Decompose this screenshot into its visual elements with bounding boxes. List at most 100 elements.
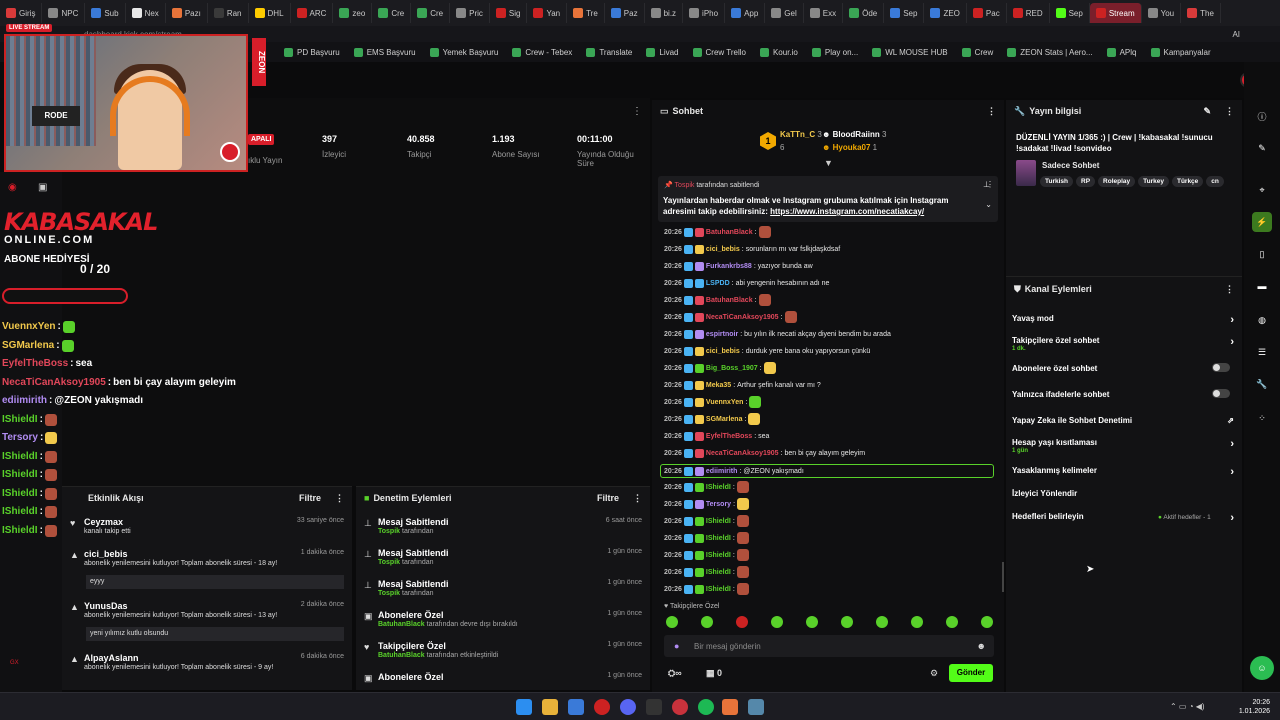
stats-menu-icon[interactable]: ⋮: [632, 106, 642, 117]
list-icon[interactable]: ☰: [1252, 342, 1272, 362]
top-gifter-1[interactable]: KaTTn_C 3: [780, 130, 822, 139]
emote-icon[interactable]: [876, 616, 888, 628]
browser-tab[interactable]: Sep: [1050, 3, 1090, 23]
browser-tab[interactable]: Pric: [450, 3, 490, 23]
channel-action-row[interactable]: Hesap yaşı kısıtlaması 1 gün ›: [1012, 438, 1234, 454]
mod-action-user[interactable]: BatuhanBlack: [378, 652, 425, 659]
chat-username[interactable]: Furkankrbs88: [706, 263, 752, 270]
activity-user[interactable]: Ceyzmax: [84, 517, 123, 527]
activity-user[interactable]: AlpayAslann: [84, 653, 139, 663]
chat-username[interactable]: cici_bebis: [706, 348, 740, 355]
chat-username[interactable]: BatuhanBlack: [706, 297, 753, 304]
activity-filter-button[interactable]: Filtre: [299, 493, 321, 503]
browser-tab[interactable]: The: [1181, 3, 1221, 23]
chat-input-placeholder[interactable]: Bir mesaj gönderin: [694, 642, 761, 651]
record-icon[interactable]: ◉: [8, 182, 17, 193]
channel-actions-menu-icon[interactable]: ⋮: [1225, 284, 1234, 295]
mod-action-user[interactable]: BatuhanBlack: [378, 621, 425, 628]
chat-settings-icon[interactable]: ⚙: [930, 668, 938, 679]
chevron-right-icon[interactable]: ›: [1230, 466, 1234, 478]
chat-username[interactable]: Tersory: [706, 501, 731, 508]
chat-username[interactable]: Big_Boss_1907: [706, 365, 758, 372]
bookmark-item[interactable]: Play on...: [811, 47, 858, 57]
chat-username[interactable]: SGMarlena: [706, 416, 743, 423]
browser-tab[interactable]: Pac: [967, 3, 1007, 23]
emote-icon[interactable]: [736, 616, 748, 628]
stream-tag[interactable]: Roleplay: [1098, 176, 1136, 187]
dashboard-icon[interactable]: ▣: [38, 182, 47, 193]
chat-collapse-icon[interactable]: ▼: [824, 158, 833, 168]
browser-tab[interactable]: App: [725, 3, 766, 23]
bookmark-item[interactable]: PD Başvuru: [284, 47, 340, 57]
bookmark-item[interactable]: WL MOUSE HUB: [872, 47, 948, 57]
stream-tag[interactable]: RP: [1076, 176, 1096, 187]
pinned-expand-icon[interactable]: ⌄: [985, 200, 992, 209]
bolt-icon[interactable]: ⚡: [1252, 212, 1272, 232]
activity-user[interactable]: YunusDas: [84, 601, 128, 611]
emote-icon[interactable]: [841, 616, 853, 628]
browser-tab[interactable]: iPho: [683, 3, 726, 23]
browser-tab[interactable]: Ran: [208, 3, 249, 23]
toggle-switch[interactable]: [1212, 389, 1230, 398]
windows-start-icon[interactable]: [516, 699, 532, 715]
top-gifter-2[interactable]: ☻ BloodRaiinn 3: [822, 130, 886, 139]
chat-username[interactable]: IShieldI: [706, 484, 731, 491]
app-icon-2[interactable]: [672, 699, 688, 715]
opera-gx-icon[interactable]: [594, 699, 610, 715]
card-icon[interactable]: ▯: [1252, 244, 1272, 264]
browser-tab[interactable]: Gel: [765, 3, 804, 23]
app-icon-1[interactable]: [568, 699, 584, 715]
chat-username[interactable]: IShieldI: [706, 552, 731, 559]
chat-username[interactable]: NecaTiCanAksoy1905: [706, 314, 779, 321]
channel-action-row[interactable]: Yalnızca ifadelerle sohbet: [1012, 389, 1234, 399]
support-icon[interactable]: ☺: [1250, 656, 1274, 680]
chat-username[interactable]: LSPDD: [706, 280, 730, 287]
bookmark-item[interactable]: Kour.io: [759, 47, 798, 57]
bookmark-item[interactable]: Kampanyalar: [1150, 47, 1211, 57]
bookmark-item[interactable]: Crew - Tebex: [512, 47, 572, 57]
activity-user[interactable]: cici_bebis: [84, 549, 128, 559]
chat-username[interactable]: VuennxYen: [706, 399, 743, 406]
mod-menu-icon[interactable]: ⋮: [633, 493, 642, 504]
bookmark-item[interactable]: Crew Trello: [692, 47, 746, 57]
chat-username[interactable]: ediimirith: [706, 468, 738, 475]
ai-button[interactable]: AI: [1232, 30, 1240, 39]
category-thumbnail[interactable]: [1016, 160, 1036, 186]
stream-tag[interactable]: Turkey: [1138, 176, 1169, 187]
browser-tab[interactable]: Stream: [1089, 3, 1142, 23]
bookmark-item[interactable]: Crew: [961, 47, 993, 57]
discord-icon[interactable]: [620, 699, 636, 715]
chat-bubble-icon[interactable]: ▬: [1252, 276, 1272, 296]
mod-action-user[interactable]: Tospik: [378, 559, 400, 566]
browser-tab[interactable]: Pazı: [166, 3, 208, 23]
chevron-right-icon[interactable]: ›: [1230, 336, 1234, 348]
terminal-icon[interactable]: [646, 699, 662, 715]
channel-action-row[interactable]: Takipçilere özel sohbet 1 dk. ›: [1012, 336, 1234, 352]
browser-tab[interactable]: Sig: [490, 3, 528, 23]
browser-tab[interactable]: zeo: [333, 3, 373, 23]
toggle-switch[interactable]: [1212, 363, 1230, 372]
external-link-icon[interactable]: ⇗: [1227, 416, 1234, 425]
crosshair-icon[interactable]: ⌖: [1252, 180, 1272, 200]
chat-username[interactable]: Meka35: [706, 382, 731, 389]
emote-icon[interactable]: [911, 616, 923, 628]
browser-tab[interactable]: RED: [1007, 3, 1050, 23]
browser-tab[interactable]: Öde: [843, 3, 885, 23]
chat-username[interactable]: IShieldI: [706, 518, 731, 525]
stream-tag[interactable]: Turkish: [1040, 176, 1073, 187]
chat-username[interactable]: BatuhanBlack: [706, 229, 753, 236]
send-button[interactable]: Gönder: [949, 664, 993, 682]
bookmark-item[interactable]: ZEON Stats | Aero...: [1007, 47, 1093, 57]
browser-tab[interactable]: Paz: [605, 3, 645, 23]
browser-tab[interactable]: bi.z: [645, 3, 684, 23]
broadcast-icon[interactable]: ◍: [1252, 310, 1272, 330]
spotify-icon[interactable]: [698, 699, 714, 715]
browser-tab[interactable]: Giriş: [0, 3, 43, 23]
mod-action-user[interactable]: Tospik: [378, 528, 400, 535]
stream-info-menu-icon[interactable]: ⋮: [1225, 106, 1234, 117]
info-icon[interactable]: ⓘ: [1252, 106, 1272, 126]
bookmark-item[interactable]: EMS Başvuru: [353, 47, 416, 57]
emote-icon[interactable]: [771, 616, 783, 628]
emote-icon[interactable]: [666, 616, 678, 628]
chat-username[interactable]: cici_bebis: [706, 246, 740, 253]
